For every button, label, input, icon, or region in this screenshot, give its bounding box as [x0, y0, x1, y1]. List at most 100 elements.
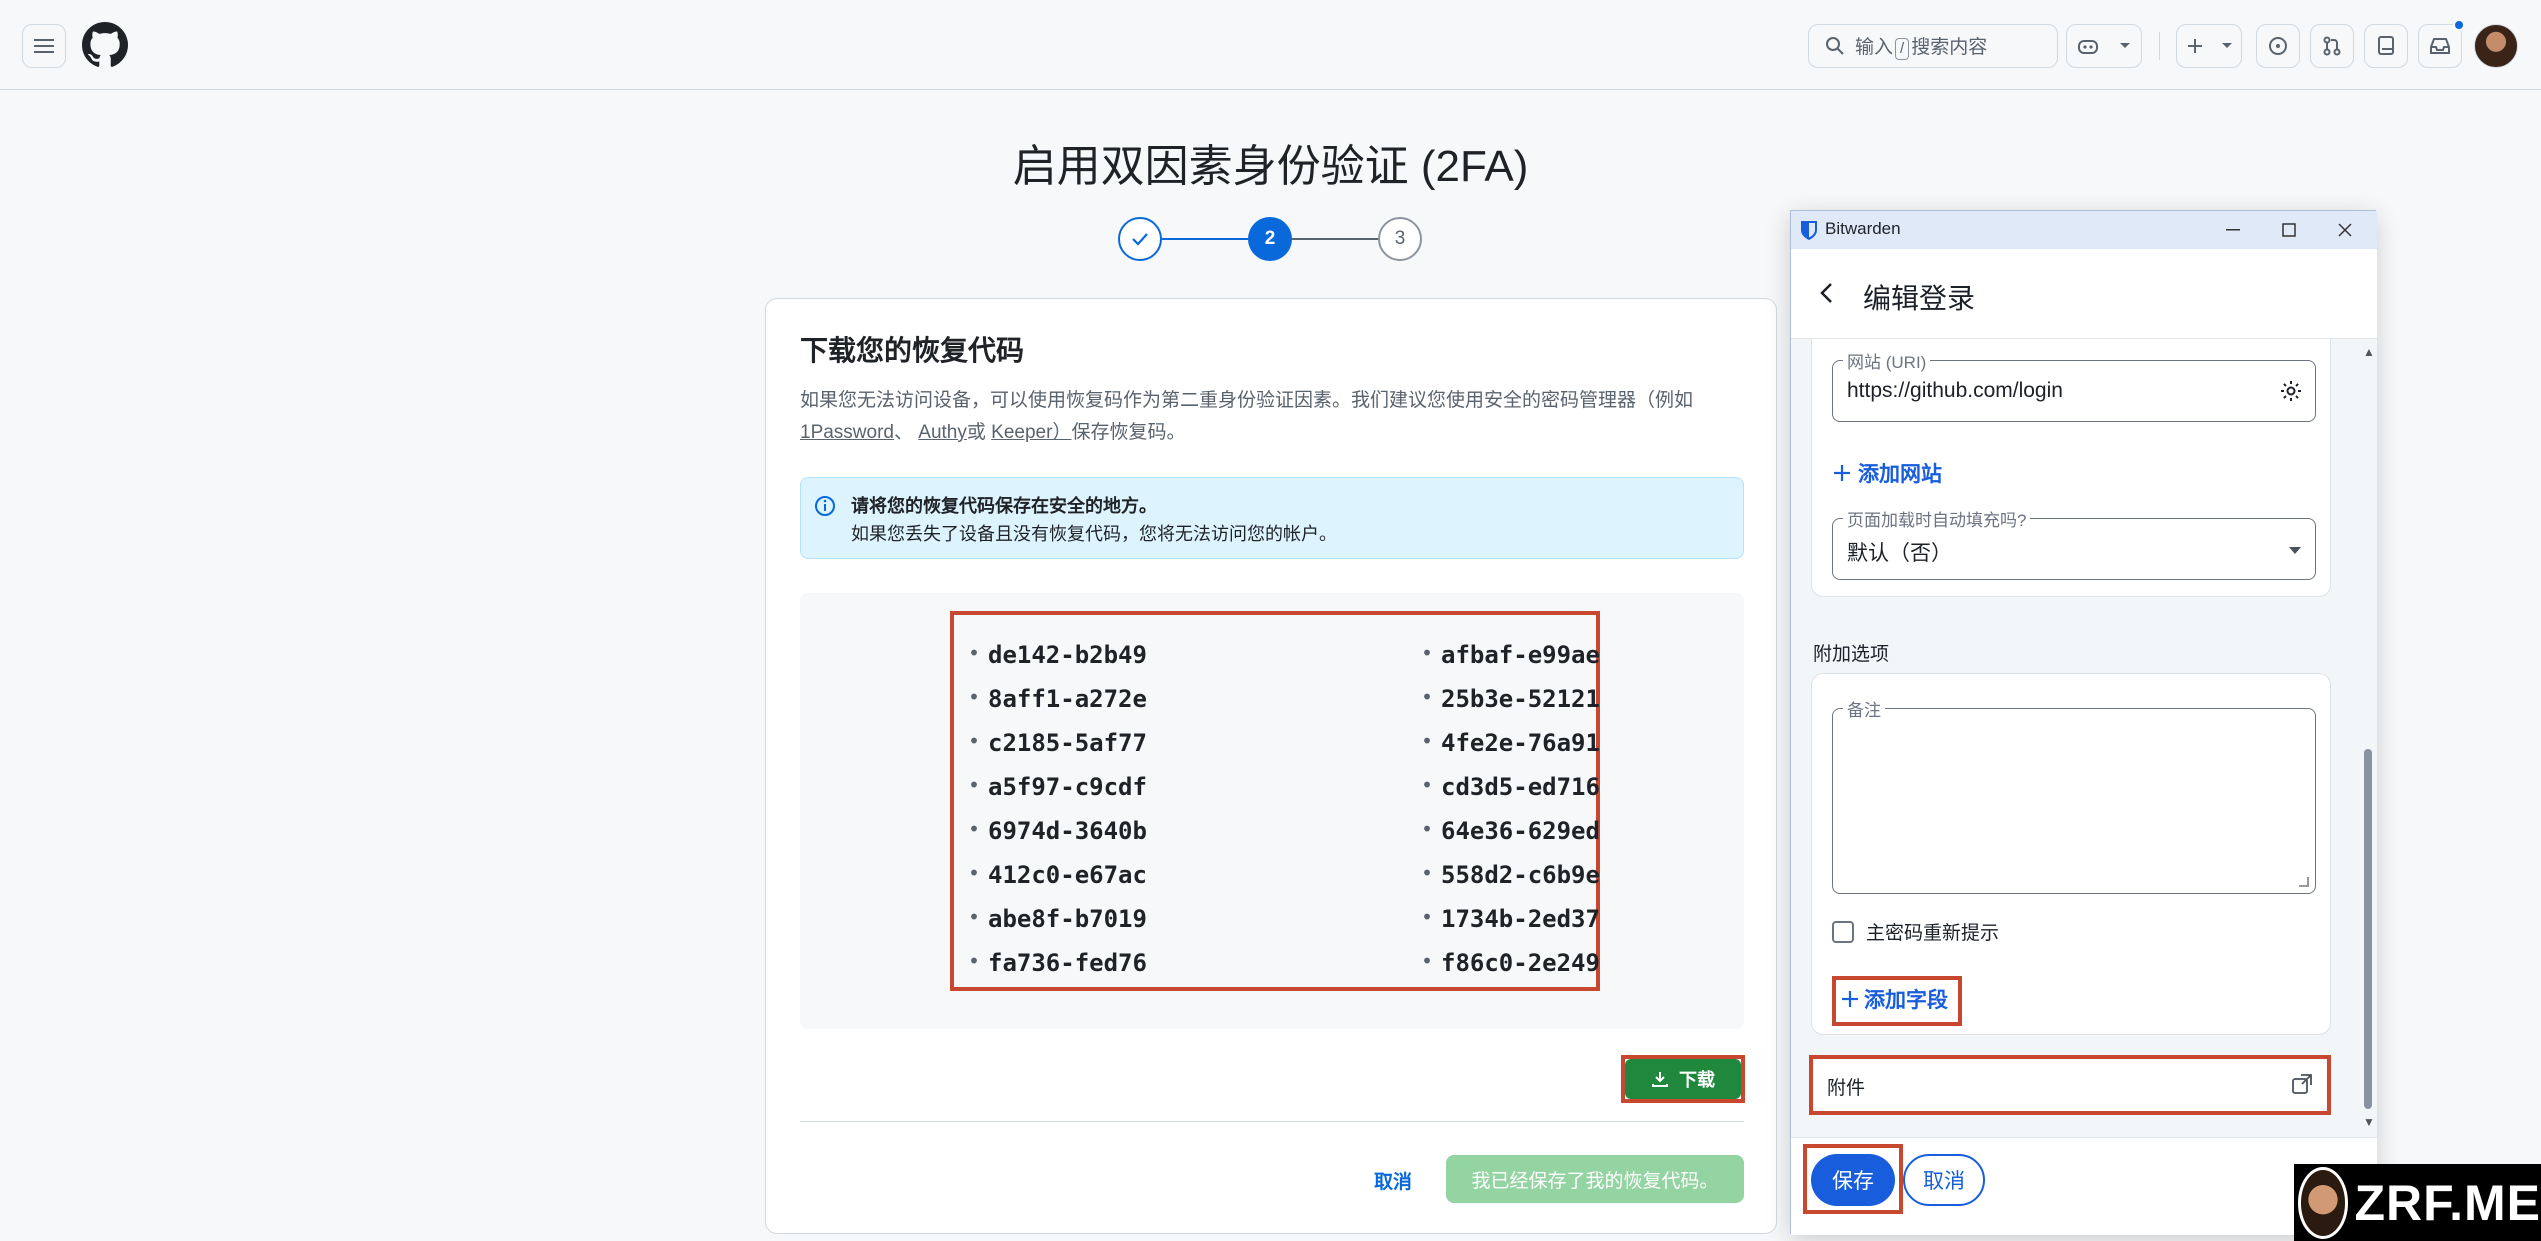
check-icon: [1132, 233, 1148, 246]
menu-button[interactable]: [22, 24, 66, 68]
recovery-code: fa736-fed76: [968, 949, 1147, 977]
watermark-avatar: [2298, 1166, 2349, 1239]
search-input[interactable]: 输入 / 搜索内容: [1808, 24, 2058, 68]
info-icon: [815, 496, 835, 516]
top-header: 输入 / 搜索内容: [0, 0, 2541, 90]
watermark: ZRF.ME: [2294, 1164, 2541, 1241]
extra-options-heading: 附加选项: [1813, 644, 1890, 665]
notes-label: 备注: [1843, 696, 1885, 721]
recovery-codes-box: de142-b2b49 8aff1-a272e c2185-5af77 a5f9…: [800, 593, 1744, 1029]
plus-icon: [2187, 39, 2202, 53]
flash-body: 如果您丢失了设备且没有恢复代码，您将无法访问您的帐户。: [851, 524, 1337, 544]
recovery-code: 8aff1-a272e: [968, 685, 1147, 713]
info-flash: 请将您的恢复代码保存在安全的地方。 如果您丢失了设备且没有恢复代码，您将无法访问…: [800, 477, 1744, 559]
bitwarden-form: 网站 (URI) https://github.com/login 添加网站 页…: [1791, 339, 2359, 1137]
user-avatar[interactable]: [2474, 24, 2518, 68]
issues-button[interactable]: [2256, 24, 2300, 68]
scrollbar-thumb[interactable]: [2364, 749, 2372, 1109]
watermark-text: ZRF.ME: [2354, 1174, 2541, 1231]
resize-grip-icon[interactable]: [2299, 877, 2309, 887]
add-site-button[interactable]: 添加网站: [1832, 458, 1942, 488]
inbox-icon: [2430, 38, 2450, 54]
recovery-code: 412c0-e67ac: [968, 861, 1147, 889]
download-icon: [1652, 1072, 1668, 1087]
header-divider: [2159, 32, 2160, 60]
card-description: 如果您无法访问设备，可以使用恢复码作为第二重身份验证因素。我们建议您使用安全的密…: [800, 390, 1694, 443]
step-connector: [1162, 238, 1248, 240]
attachments-label: 附件: [1827, 1078, 1866, 1099]
chevron-down-icon: [2120, 43, 2130, 48]
recovery-code: 6974d-3640b: [968, 817, 1147, 845]
back-arrow-icon[interactable]: [1813, 279, 1841, 307]
step-2-active: 2: [1248, 217, 1292, 261]
step-connector: [1292, 238, 1378, 240]
inbox-button[interactable]: [2418, 19, 2465, 68]
link-1password[interactable]: 1Password: [800, 422, 894, 443]
saved-codes-button[interactable]: 我已经保存了我的恢复代码。: [1446, 1155, 1744, 1203]
extra-options-card: 备注 主密码重新提示 添加字段: [1811, 673, 2331, 1035]
uri-label: 网站 (URI): [1843, 348, 1931, 373]
autofill-select[interactable]: 页面加载时自动填充吗? 默认（否）: [1832, 506, 2316, 580]
attachments-row[interactable]: 附件: [1813, 1059, 2327, 1111]
edit-login-title: 编辑登录: [1863, 283, 1976, 314]
plus-icon: [1842, 991, 1858, 1007]
bitwarden-footer: 保存 取消: [1791, 1137, 2377, 1235]
recovery-code: 558d2-c6b9e: [1421, 861, 1600, 889]
master-password-reprompt[interactable]: 主密码重新提示: [1832, 918, 1999, 945]
minimize-button[interactable]: [2211, 215, 2255, 245]
uri-field[interactable]: 网站 (URI) https://github.com/login: [1832, 348, 2316, 422]
add-site-label: 添加网站: [1858, 463, 1942, 486]
search-placeholder: 输入 / 搜索内容: [1855, 37, 1988, 60]
github-logo-icon[interactable]: [82, 22, 128, 68]
reprompt-checkbox[interactable]: [1832, 920, 1854, 943]
card-divider: [800, 1121, 1744, 1122]
cancel-link[interactable]: 取消: [1374, 1167, 1412, 1194]
reprompt-label: 主密码重新提示: [1866, 923, 2000, 944]
link-keeper[interactable]: Keeper）: [991, 422, 1071, 443]
maximize-icon: [2282, 223, 2296, 237]
download-button[interactable]: 下载: [1625, 1059, 1741, 1099]
uri-value: https://github.com/login: [1847, 379, 2063, 402]
recovery-code: abe8f-b7019: [968, 905, 1147, 933]
download-label: 下载: [1679, 1070, 1715, 1090]
copilot-icon: [2078, 40, 2098, 54]
repositories-button[interactable]: [2364, 24, 2408, 68]
recovery-code: de142-b2b49: [968, 641, 1147, 669]
scroll-up-arrow-icon[interactable]: ▲: [2363, 345, 2375, 359]
notes-textarea[interactable]: 备注: [1832, 696, 2316, 894]
gear-icon[interactable]: [2279, 379, 2303, 403]
recovery-code: afbaf-e99ae: [1421, 641, 1600, 669]
pull-request-icon: [2323, 36, 2341, 56]
bitwarden-window: Bitwarden 编辑登录 网站 (URI) https://github.c…: [1790, 210, 2377, 1235]
cancel-button[interactable]: 取消: [1903, 1154, 1985, 1206]
chevron-down-icon: [2221, 43, 2232, 48]
scroll-down-arrow-icon[interactable]: ▼: [2363, 1115, 2375, 1129]
autofill-value: 默认（否）: [1847, 542, 1952, 565]
link-authy[interactable]: Authy: [918, 422, 967, 443]
page-title: 启用双因素身份验证 (2FA): [1012, 142, 1529, 191]
repo-icon: [2378, 36, 2394, 55]
search-icon: [1826, 37, 1844, 55]
create-new-button[interactable]: [2176, 24, 2242, 68]
notification-dot: [2453, 19, 2465, 31]
recovery-code: cd3d5-ed716: [1421, 773, 1600, 801]
scrollbar[interactable]: ▲ ▼: [2359, 339, 2377, 1137]
close-icon: [2338, 223, 2352, 237]
issues-icon: [2269, 37, 2287, 55]
copilot-button[interactable]: [2066, 24, 2142, 68]
recovery-code: c2185-5af77: [968, 729, 1147, 757]
close-window-button[interactable]: [2323, 215, 2367, 245]
pull-requests-button[interactable]: [2310, 24, 2354, 68]
search-shortcut-key: /: [1895, 38, 1910, 60]
bitwarden-titlebar[interactable]: Bitwarden: [1791, 211, 2377, 249]
autofill-label: 页面加载时自动填充吗?: [1843, 506, 2031, 531]
recovery-codes-card: 下载您的恢复代码 如果您无法访问设备，可以使用恢复码作为第二重身份验证因素。我们…: [765, 298, 1777, 1234]
recovery-code: 1734b-2ed37: [1421, 905, 1600, 933]
recovery-code: a5f97-c9cdf: [968, 773, 1147, 801]
recovery-code: f86c0-2e249: [1421, 949, 1600, 977]
bitwarden-nav: 编辑登录: [1791, 249, 2377, 339]
add-field-button[interactable]: 添加字段: [1840, 984, 1948, 1014]
save-button[interactable]: 保存: [1811, 1154, 1895, 1206]
recovery-code: 64e36-629ed: [1421, 817, 1600, 845]
maximize-button[interactable]: [2267, 215, 2311, 245]
